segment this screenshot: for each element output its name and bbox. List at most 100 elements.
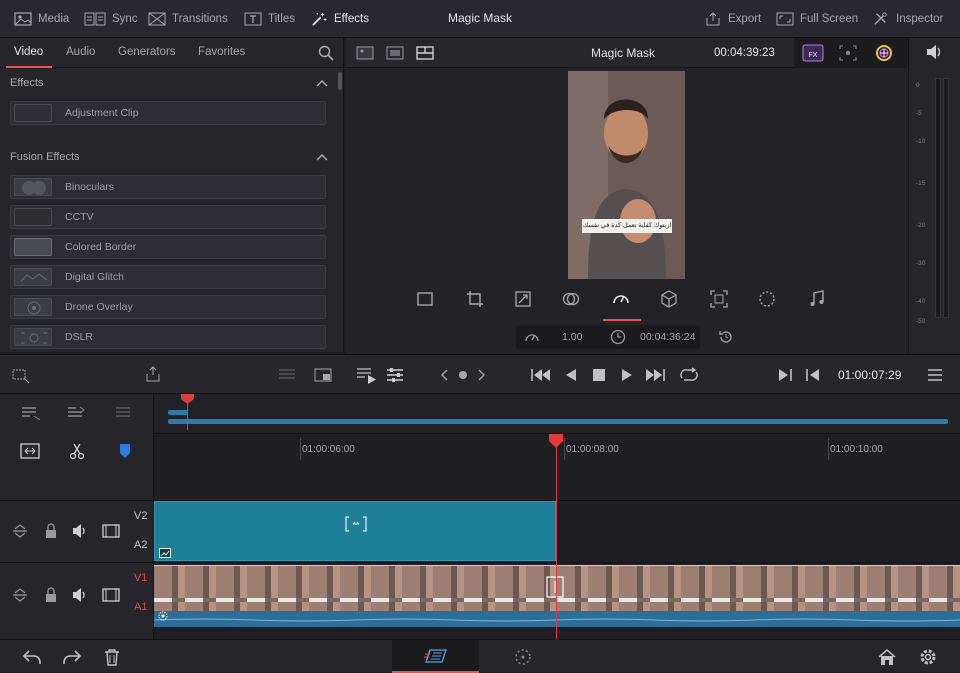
color-rings-icon[interactable] (562, 290, 580, 308)
media-icon (14, 12, 32, 26)
playlist-play-icon[interactable] (356, 366, 378, 384)
marker-icon[interactable] (118, 442, 132, 460)
play-icon[interactable] (618, 366, 636, 384)
video-toggle-icon[interactable] (102, 587, 120, 603)
media-button[interactable]: Media (14, 10, 69, 28)
effect-item-drone-overlay[interactable]: Drone Overlay (10, 295, 326, 319)
color-wheel-icon[interactable] (874, 43, 894, 63)
ripple-overwrite-icon[interactable] (278, 366, 296, 384)
track-height-icon[interactable] (12, 587, 28, 603)
speedometer-icon[interactable] (612, 290, 630, 308)
window-tool-icon[interactable] (416, 290, 434, 308)
3d-cube-icon[interactable] (660, 290, 678, 308)
video-toggle-icon[interactable] (102, 523, 120, 539)
stop-icon[interactable] (590, 366, 608, 384)
audio-track-icon[interactable] (114, 404, 136, 424)
tab-generators[interactable]: Generators (118, 46, 176, 58)
lock-icon[interactable] (44, 587, 58, 603)
effect-item-cctv[interactable]: CCTV (10, 205, 326, 229)
sync-button[interactable]: Sync (84, 10, 138, 28)
jump-to-start-icon[interactable] (530, 366, 552, 384)
tab-audio[interactable]: Audio (66, 46, 95, 58)
track-height-icon[interactable] (12, 523, 28, 539)
fit-to-timeline-icon[interactable] (18, 442, 42, 460)
scissors-icon[interactable] (68, 442, 86, 460)
effects-scrollbar[interactable] (338, 72, 342, 90)
mini-playhead-marker[interactable] (181, 394, 194, 404)
transform-icon[interactable] (514, 290, 532, 308)
effect-item-adjustment-clip[interactable]: Adjustment Clip (10, 101, 326, 125)
marker-navigation-icon[interactable] (440, 366, 486, 384)
duration-timecode-field[interactable]: 00:04:36:24 (640, 331, 695, 343)
adjustment-clip[interactable] (154, 501, 556, 561)
place-on-top-icon[interactable] (314, 366, 332, 384)
tab-video[interactable]: Video (14, 46, 43, 58)
fusion-page-icon[interactable] (514, 648, 532, 666)
viewer-clip-name[interactable]: Magic Mask (591, 46, 655, 60)
playhead-line[interactable] (556, 434, 557, 639)
lock-icon[interactable] (44, 523, 58, 539)
clip-edit-icon[interactable] (546, 576, 564, 598)
smart-insert-icon[interactable] (12, 366, 30, 384)
clip-settings-icon[interactable] (157, 610, 169, 622)
effect-item-label: Digital Glitch (65, 271, 124, 283)
audio-mute-icon[interactable] (72, 523, 88, 539)
video-frame[interactable]: ازيتوك كفاية تعمل كدة في نفسك (568, 71, 685, 279)
speed-value-field[interactable]: 1.00 (562, 331, 582, 343)
single-viewer-icon[interactable] (356, 46, 374, 60)
effect-item-binoculars[interactable]: Binoculars (10, 175, 326, 199)
menu-icon[interactable] (926, 366, 944, 384)
loop-icon[interactable] (678, 366, 700, 384)
audio-clip-a1[interactable] (154, 611, 960, 627)
reset-icon[interactable] (718, 329, 734, 345)
transform-overlay-icon[interactable] (838, 44, 858, 62)
export-button[interactable]: Export (704, 10, 761, 28)
binoculars-thumbnail (14, 178, 52, 196)
chevron-up-icon[interactable] (316, 79, 328, 87)
stabilizer-icon[interactable] (710, 290, 728, 308)
crop-icon[interactable] (466, 290, 484, 308)
music-note-icon[interactable] (808, 290, 826, 308)
section-effects-title[interactable]: Effects (10, 77, 43, 89)
dotted-circle-icon[interactable] (758, 290, 776, 308)
auto-track-icon[interactable] (66, 404, 88, 424)
speaker-icon[interactable] (925, 44, 943, 60)
home-icon[interactable] (878, 648, 896, 666)
track-label-v1: V1 (134, 572, 148, 584)
audio-mute-icon[interactable] (72, 587, 88, 603)
mark-in-icon[interactable] (776, 366, 794, 384)
jump-to-end-icon[interactable] (644, 366, 666, 384)
mini-timeline[interactable] (154, 394, 960, 434)
play-reverse-icon[interactable] (562, 366, 580, 384)
undo-icon[interactable] (22, 648, 42, 666)
mini-clip-v2 (168, 410, 188, 415)
cut-page-button[interactable] (392, 640, 479, 673)
effect-item-digital-glitch[interactable]: Digital Glitch (10, 265, 326, 289)
append-icon[interactable] (144, 366, 162, 384)
trash-icon[interactable] (104, 648, 120, 666)
chevron-up-icon[interactable] (316, 153, 328, 161)
effect-item-colored-border[interactable]: Colored Border (10, 235, 326, 259)
meter-label: -10 (916, 138, 926, 145)
effect-item-dslr[interactable]: DSLR (10, 325, 326, 349)
section-fusion-effects-title[interactable]: Fusion Effects (10, 151, 80, 163)
mark-out-icon[interactable] (804, 366, 822, 384)
full-screen-button[interactable]: Full Screen (776, 10, 858, 28)
video-clip-v1[interactable] (154, 565, 960, 611)
transitions-button[interactable]: Transitions (148, 10, 228, 28)
timeline-ruler[interactable]: 01:00:06:00 01:00:08:00 01:00:10:00 (154, 434, 960, 500)
tab-favorites[interactable]: Favorites (198, 46, 245, 58)
search-icon[interactable] (318, 45, 334, 61)
dual-viewer-icon[interactable] (416, 46, 434, 60)
gear-icon[interactable] (918, 647, 938, 667)
track-destination-icon[interactable] (20, 404, 42, 424)
fx-badge-icon[interactable]: FX (802, 44, 824, 62)
titles-button[interactable]: Titles (244, 10, 295, 28)
inspector-button[interactable]: Inspector (872, 10, 943, 28)
effects-button[interactable]: Effects (310, 10, 369, 28)
redo-icon[interactable] (62, 648, 82, 666)
track-header-v2: V2 A2 (0, 500, 154, 562)
speed-control: 1.00 00:04:36:24 (516, 325, 700, 349)
sliders-icon[interactable] (386, 366, 404, 384)
source-viewer-icon[interactable] (386, 46, 404, 60)
